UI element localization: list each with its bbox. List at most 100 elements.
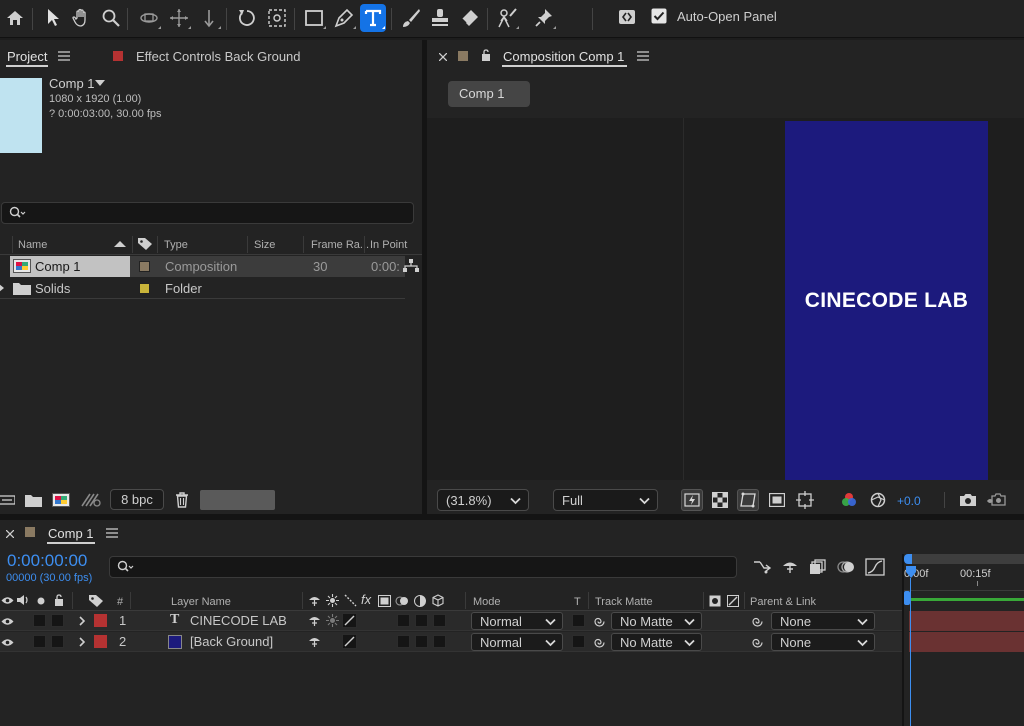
grid-guides-icon[interactable]	[794, 489, 816, 511]
show-snapshot-icon[interactable]	[985, 490, 1007, 510]
solo-toggle[interactable]	[33, 614, 46, 627]
time-navigator-start-handle[interactable]	[904, 554, 912, 564]
solo-toggle[interactable]	[33, 635, 46, 648]
layer-label-swatch[interactable]	[94, 635, 107, 648]
new-folder-icon[interactable]	[24, 493, 42, 507]
zoom-tool-icon[interactable]	[98, 4, 124, 32]
col-frame-rate[interactable]: Frame Ra...	[311, 239, 369, 251]
pen-tool-icon[interactable]	[331, 4, 357, 32]
type-tool-icon[interactable]	[360, 4, 386, 32]
table-row[interactable]: Solids Folder	[0, 278, 405, 299]
comp-canvas[interactable]: CINECODE LAB	[785, 121, 988, 480]
home-icon[interactable]	[2, 4, 28, 32]
matte-pickwhip-icon[interactable]	[592, 614, 606, 628]
clone-stamp-icon[interactable]	[427, 4, 453, 32]
parent-dropdown[interactable]: None	[771, 633, 875, 651]
exposure-value[interactable]: +0.0	[897, 494, 921, 508]
shy-switch-icon[interactable]	[307, 635, 321, 648]
video-eye-icon[interactable]	[0, 616, 14, 626]
work-area-bar[interactable]	[910, 598, 1024, 601]
composition-viewer[interactable]: CINECODE LAB	[427, 118, 1024, 480]
workspace-panel-icon[interactable]	[617, 8, 637, 26]
pan-camera-icon[interactable]	[166, 4, 192, 32]
canvas-text-layer[interactable]: CINECODE LAB	[805, 289, 968, 313]
expand-arrow-icon[interactable]	[78, 636, 86, 648]
table-row[interactable]: 1 T CINECODE LAB Normal No Matte None	[0, 611, 902, 631]
magnification-dropdown[interactable]: (31.8%)	[437, 489, 529, 511]
composition-mini-flowchart-icon[interactable]	[752, 558, 772, 576]
parent-pickwhip-icon[interactable]	[750, 614, 764, 628]
camera-snapshot-icon[interactable]	[958, 490, 978, 510]
col-size[interactable]: Size	[254, 239, 275, 251]
eraser-tool-icon[interactable]	[457, 4, 483, 32]
layer-duration-bar[interactable]	[909, 632, 1024, 652]
interpret-footage-icon[interactable]	[0, 493, 16, 507]
roto-brush-icon[interactable]	[494, 4, 520, 32]
motion-blur-icon[interactable]	[836, 558, 856, 576]
track-matte-dropdown[interactable]: No Matte	[611, 633, 702, 651]
auto-open-checkbox[interactable]	[651, 8, 667, 24]
label-tag-icon[interactable]	[137, 237, 153, 251]
brush-tool-icon[interactable]	[398, 4, 424, 32]
resolution-dropdown[interactable]: Full	[553, 489, 658, 511]
comp-panel-menu-icon[interactable]	[637, 51, 649, 61]
expand-arrow-icon[interactable]	[78, 615, 86, 627]
adjust-project-settings-icon[interactable]	[80, 492, 102, 508]
table-row[interactable]: Comp 1 Composition 30 0:00:	[0, 256, 405, 277]
current-timecode[interactable]: 0:00:00:00	[7, 551, 87, 571]
3d-layer-toggle[interactable]	[433, 635, 446, 648]
parent-pickwhip-icon[interactable]	[750, 635, 764, 649]
tab-project[interactable]: Project	[7, 49, 47, 64]
rotation-tool-icon[interactable]	[234, 4, 260, 32]
sort-ascending-icon[interactable]	[113, 239, 127, 249]
layer-label-swatch[interactable]	[94, 614, 107, 627]
label-tag-icon[interactable]	[88, 594, 104, 608]
blend-mode-dropdown[interactable]: Normal	[471, 633, 563, 651]
blend-mode-dropdown[interactable]: Normal	[471, 612, 563, 630]
motion-blur-toggle[interactable]	[415, 635, 428, 648]
rectangle-tool-icon[interactable]	[301, 4, 327, 32]
col-name[interactable]: Name	[18, 239, 47, 251]
reset-exposure-icon[interactable]	[868, 490, 888, 510]
close-icon[interactable]	[438, 52, 448, 62]
collapse-transform-icon[interactable]	[325, 614, 339, 627]
toggle-mask-visibility-icon[interactable]	[737, 489, 759, 511]
quality-toggle[interactable]	[342, 613, 357, 628]
comp-breadcrumb-button[interactable]: Comp 1	[448, 81, 530, 107]
matte-pickwhip-icon[interactable]	[592, 635, 606, 649]
frame-blend-toggle[interactable]	[397, 635, 410, 648]
region-of-interest-icon[interactable]	[767, 490, 787, 510]
layer-name[interactable]: CINECODE LAB	[190, 613, 287, 628]
lock-icon[interactable]	[53, 594, 65, 606]
project-scroll-slider[interactable]	[200, 490, 275, 510]
video-eye-icon[interactable]	[0, 594, 14, 606]
quality-toggle[interactable]	[342, 634, 357, 649]
layer-duration-bar[interactable]	[909, 611, 1024, 631]
expand-arrow-icon[interactable]	[0, 283, 4, 293]
transparency-grid-icon[interactable]	[710, 490, 730, 510]
time-navigator-bar[interactable]	[907, 554, 1024, 564]
trash-icon[interactable]	[174, 491, 190, 509]
parent-dropdown[interactable]: None	[771, 612, 875, 630]
pan-behind-tool-icon[interactable]	[264, 4, 290, 32]
lock-toggle[interactable]	[51, 635, 64, 648]
playhead-marker[interactable]	[906, 566, 916, 578]
lock-toggle[interactable]	[51, 614, 64, 627]
selection-tool-icon[interactable]	[40, 4, 66, 32]
table-row[interactable]: 2 [Back Ground] Normal No Matte None	[0, 632, 902, 652]
new-composition-icon[interactable]	[51, 492, 71, 508]
close-icon[interactable]	[5, 529, 15, 539]
col-type[interactable]: Type	[164, 239, 188, 251]
solo-dot-icon[interactable]	[36, 596, 46, 606]
timeline-menu-icon[interactable]	[106, 528, 118, 538]
col-layer-name[interactable]: Layer Name	[171, 596, 231, 608]
layer-name[interactable]: [Back Ground]	[190, 634, 273, 649]
preserve-transparency-toggle[interactable]	[572, 614, 585, 627]
comp-dropdown-icon[interactable]	[94, 78, 106, 88]
flowchart-icon[interactable]	[403, 259, 419, 273]
audio-speaker-icon[interactable]	[16, 594, 30, 606]
3d-layer-toggle[interactable]	[433, 614, 446, 627]
timeline-search-input[interactable]	[109, 556, 737, 578]
video-eye-icon[interactable]	[0, 637, 14, 647]
lock-icon[interactable]	[480, 48, 492, 62]
